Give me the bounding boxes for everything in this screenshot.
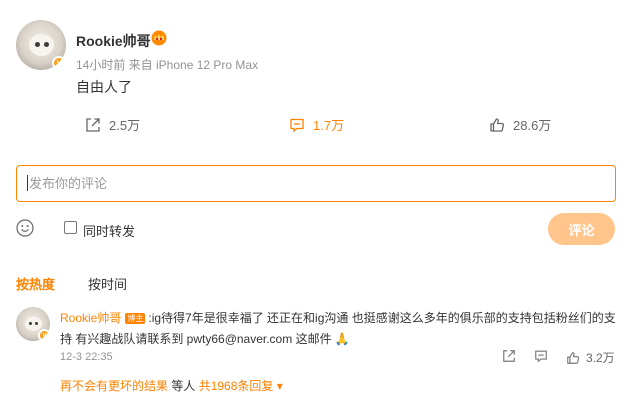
comment-repost-button[interactable] — [502, 349, 516, 363]
comment-time: 12-3 22:35 — [60, 351, 113, 363]
verified-icon: v — [38, 329, 50, 341]
reply-count: 共1968条回复 ▾ — [198, 379, 283, 393]
comment-like-button[interactable]: 3.2万 — [566, 349, 615, 366]
more-replies-link[interactable]: 再不会有更坏的结果 等人 共1968条回复 ▾ — [60, 377, 283, 394]
comment-text: :ig待得7年是很幸福了 还正在和ig沟通 也挺感谢这么多年的俱乐部的支持包括粉… — [148, 311, 616, 325]
tab-sort-hot[interactable]: 按热度 — [16, 274, 55, 293]
author-badge: 博主 — [125, 313, 146, 324]
tab-sort-time[interactable]: 按时间 — [88, 274, 127, 293]
avatar-eye — [35, 42, 40, 47]
comment-icon — [535, 350, 547, 363]
comment-input[interactable] — [17, 166, 615, 201]
like-count: 28.6万 — [513, 118, 552, 133]
repost-icon — [86, 117, 100, 132]
emoji-icon[interactable] — [16, 219, 34, 237]
repost-icon — [503, 350, 515, 362]
verified-icon: v — [52, 56, 66, 70]
avatar-face — [24, 316, 42, 332]
comment-like-count: 3.2万 — [586, 351, 615, 365]
avatar-eye — [44, 42, 49, 47]
comment-count: 1.7万 — [313, 118, 345, 133]
avatar-face — [28, 34, 54, 56]
post-text: 自由人了 — [76, 79, 132, 95]
comment-reply-button[interactable] — [534, 349, 548, 363]
post-author-name[interactable]: Rookie帅哥 — [76, 31, 151, 51]
like-icon — [490, 117, 504, 132]
reply-author: 再不会有更坏的结果 — [60, 379, 169, 393]
forward-checkbox[interactable] — [64, 221, 77, 234]
avatar-eye — [29, 322, 32, 325]
crown-icon — [151, 30, 167, 46]
comment-input-box[interactable] — [16, 165, 616, 202]
reply-others-text: 等人 — [168, 379, 199, 393]
comment-button[interactable]: 1.7万 — [289, 115, 344, 134]
comment-text: 持 有兴趣战队请联系到 pwty66@naver.com 这邮件 🙏 — [60, 332, 350, 346]
forward-label[interactable]: 同时转发 — [83, 221, 135, 240]
repost-button[interactable]: 2.5万 — [85, 115, 140, 134]
comment-author-name[interactable]: Rookie帅哥 — [60, 311, 121, 325]
comment-text-line: Rookie帅哥 博主:ig待得7年是很幸福了 还正在和ig沟通 也挺感谢这么多年… — [60, 309, 616, 326]
repost-count: 2.5万 — [109, 118, 141, 133]
avatar-eye — [35, 322, 38, 325]
like-icon — [567, 351, 580, 364]
comment-text-line: 持 有兴趣战队请联系到 pwty66@naver.com 这邮件 🙏 — [60, 330, 350, 347]
text-caret — [27, 175, 28, 191]
comment-icon — [290, 118, 304, 132]
like-button[interactable]: 28.6万 — [489, 115, 551, 134]
comment-author-avatar[interactable]: v — [16, 307, 50, 341]
post-author-avatar[interactable]: v — [16, 20, 66, 70]
post-meta: 14小时前 来自 iPhone 12 Pro Max — [76, 58, 259, 72]
submit-comment-button[interactable]: 评论 — [548, 213, 615, 245]
